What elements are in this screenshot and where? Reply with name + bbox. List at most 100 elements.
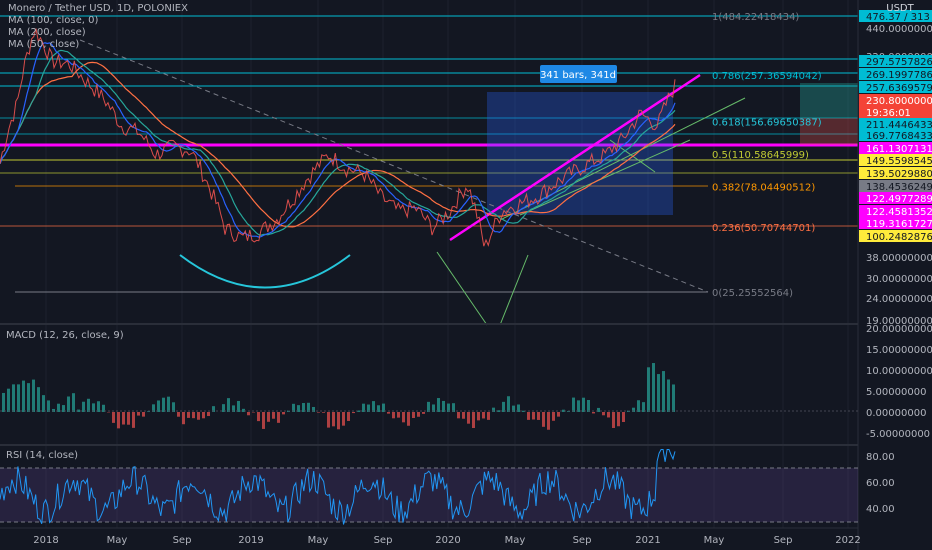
macd-bar [17,384,20,412]
macd-bar [607,412,610,418]
macd-bar [437,398,440,412]
price-tags: 476.37 / 313297.57578263269.19977864257.… [859,10,932,243]
macd-bar [87,398,90,412]
macd-bar [587,399,590,412]
x-tick-label: 2021 [635,535,660,546]
price-tag-label: 100.24828766 [866,232,932,243]
macd-histogram [2,363,675,430]
macd-bar [32,379,35,412]
macd-bar [322,412,325,413]
macd-bar [407,412,410,426]
macd-bar [177,412,180,417]
macd-bar [577,400,580,412]
fib-label: 0.618(156.69650387) [712,117,822,128]
macd-bar [317,412,320,413]
macd-bar [442,400,445,412]
macd-bar [507,396,510,412]
macd-bar [47,400,50,412]
macd-bar [207,412,210,417]
macd-bar [122,412,125,425]
ma100-legend[interactable]: MA (100, close, 0) [8,15,188,27]
price-tag-label: 139.50298806 [866,169,932,180]
y-tick-label: 24.00000000 [866,294,932,305]
macd-bar [592,412,595,414]
macd-bar [52,408,55,412]
macd-bar [662,371,665,412]
rsi-tick-label: 40.00 [866,504,895,515]
macd-bar [72,393,75,412]
macd-bar [257,412,260,422]
macd-bar [482,412,485,419]
macd-bar [267,412,270,422]
price-tag-label: 119.31617277 [866,219,932,230]
currency-label: USDT [886,3,914,14]
range-label: 341 bars, 341d [540,65,617,83]
macd-bar [347,412,350,421]
macd-bar [352,412,355,414]
macd-bar [467,412,470,424]
macd-bar [622,412,625,423]
macd-bar [332,412,335,427]
macd-bar [462,412,465,419]
y-tick-label: 440.00000000 [866,24,932,35]
ma50-legend[interactable]: MA (50, close) [8,39,188,51]
macd-bar [272,412,275,419]
macd-bar [262,412,265,429]
price-tag-label: 169.77684332 [866,131,932,142]
macd-axis-ticks: 20.00000000 15.00000000 10.00000000 5.00000… [866,324,932,440]
macd-bar [237,400,240,412]
macd-legend-text: MACD (12, 26, close, 9) [6,330,124,341]
rsi-tick-label: 60.00 [866,478,895,489]
macd-bar [192,412,195,419]
rsi-tick-label: 80.00 [866,452,895,463]
macd-legend[interactable]: MACD (12, 26, close, 9) [6,330,124,342]
fib-label: 1(484.22418434) [712,12,799,23]
price-chart[interactable]: 1(484.22418434) 0.786(257.36594042) 0.618(… [0,0,932,550]
price-tag-label: 19:36:01 [866,108,911,119]
ma200-legend[interactable]: MA (200, close) [8,27,188,39]
macd-bar [162,397,165,412]
macd-bar [97,401,100,412]
macd-bar [337,412,340,430]
price-tag-label: 138.45362496 [866,182,932,193]
x-tick-label: 2019 [238,535,263,546]
macd-tick-label: 0.00000000 [866,408,926,419]
macd-bar [652,363,655,412]
rsi-band [0,468,858,522]
macd-bar [22,380,25,412]
fib-label: 0.786(257.36594042) [712,71,822,82]
macd-bar [527,412,530,420]
time-axis-ticks: 2018 May Sep 2019 May Sep 2020 May Sep 2021 May Sep… [33,535,860,546]
macd-tick-label: 10.00000000 [866,366,932,377]
price-tag-label: 297.57578263 [866,57,932,68]
macd-bar [547,412,550,430]
macd-bar [142,412,145,417]
macd-bar [647,367,650,412]
macd-bar [342,412,345,426]
macd-tick-label: 20.00000000 [866,324,932,335]
price-tag-label: 149.55985453 [866,156,932,167]
macd-bar [392,412,395,419]
macd-bar [202,412,205,419]
macd-bar [387,412,390,414]
macd-tick-label: -5.00000000 [866,429,930,440]
macd-bar [572,397,575,412]
macd-bar [277,412,280,423]
macd-bar [117,412,120,429]
macd-bar [412,412,415,419]
macd-bar [537,412,540,420]
macd-bar [132,412,135,428]
rsi-legend[interactable]: RSI (14, close) [6,450,78,462]
macd-bar [617,412,620,427]
rsi-legend-text: RSI (14, close) [6,450,79,461]
x-tick-label: 2022 [835,535,860,546]
macd-bar [552,412,555,421]
y-tick-label: 30.00000000 [866,274,932,285]
fib-label: 0.236(50.70744701) [712,223,815,234]
fib-label: 0.5(110.58645999) [712,150,809,161]
price-tag-label: 230.80000000 [866,96,932,107]
macd-bar [602,412,605,416]
macd-bar [82,401,85,412]
main-legend: Monero / Tether USD, 1D, POLONIEX MA (10… [8,3,188,51]
macd-bar [282,412,285,415]
